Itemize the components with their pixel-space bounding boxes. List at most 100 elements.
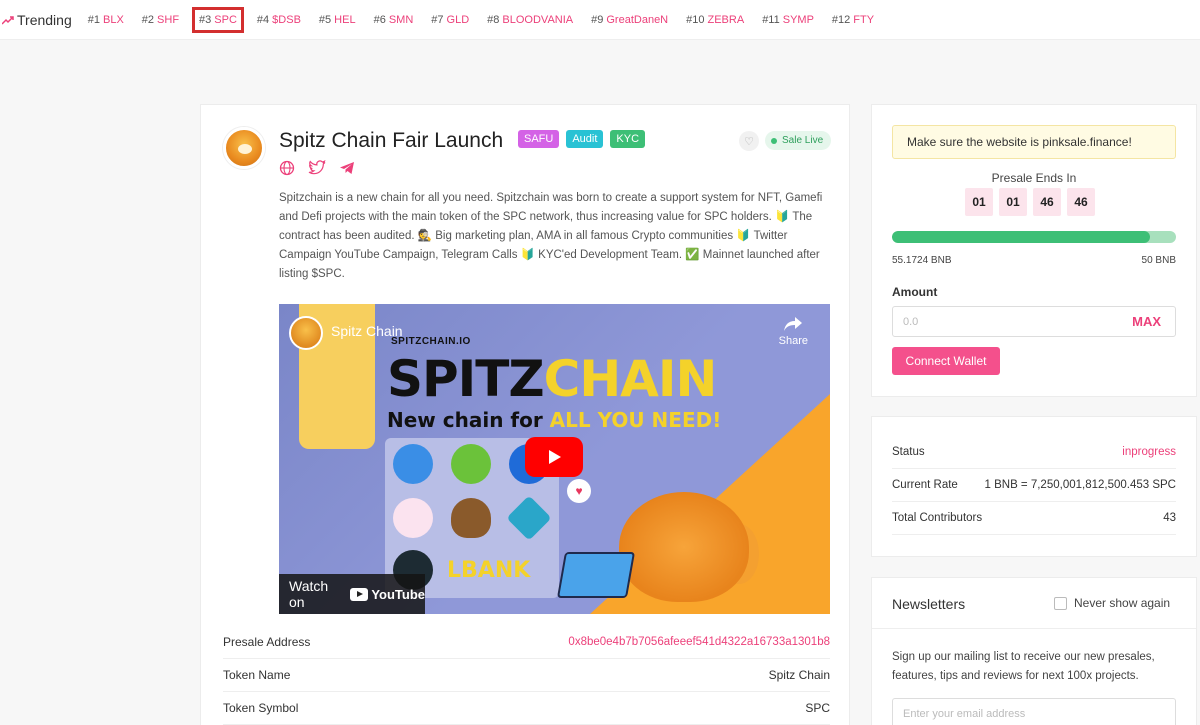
- trending-symbol: SHF: [157, 13, 180, 26]
- info-row-token-symbol: Token Symbol SPC: [223, 692, 830, 725]
- channel-avatar[interactable]: [289, 316, 323, 350]
- stat-row-current-rate: Current Rate 1 BNB = 7,250,001,812,500.4…: [892, 469, 1176, 502]
- info-value: SPC: [805, 701, 830, 715]
- trending-item-dsb[interactable]: #4 $DSB: [255, 10, 303, 30]
- email-input[interactable]: Enter your email address: [892, 698, 1176, 725]
- trending-rank: #7: [431, 13, 444, 26]
- timer-days: 01: [965, 188, 993, 216]
- video-lbank-text: LBANK: [447, 558, 531, 583]
- newsletter-title: Newsletters: [892, 596, 966, 612]
- trending-item-bloodvania[interactable]: #8 BLOODVANIA: [485, 10, 575, 30]
- trending-item-gld[interactable]: #7 GLD: [429, 10, 471, 30]
- video-site-text: SPITZCHAIN.IO: [391, 336, 471, 347]
- globe-icon[interactable]: [279, 160, 295, 176]
- newsletter-card: Newsletters Never show again Sign up our…: [871, 577, 1197, 725]
- max-button[interactable]: MAX: [1132, 314, 1161, 329]
- trending-rank: #8: [487, 13, 500, 26]
- trending-item-smn[interactable]: #6 SMN: [372, 10, 416, 30]
- trending-symbol: GLD: [446, 13, 470, 26]
- video-share-button[interactable]: Share: [779, 316, 808, 347]
- trending-item-blx[interactable]: #1 BLX: [86, 10, 126, 30]
- project-badges: SAFU Audit KYC: [518, 130, 652, 148]
- project-card: Spitz Chain Fair Launch SAFU Audit KYC ♡…: [200, 104, 850, 725]
- favorite-heart-icon[interactable]: ♡: [739, 131, 759, 151]
- progress-fill: [892, 231, 1151, 243]
- trending-item-hel[interactable]: #5 HEL: [317, 10, 358, 30]
- youtube-logo-icon: YouTube: [350, 587, 425, 602]
- safu-badge: SAFU: [518, 130, 560, 148]
- trending-symbol: SPC: [214, 13, 237, 26]
- trending-rank: #5: [318, 13, 332, 26]
- presale-address-link[interactable]: 0x8be0e4b7b7056afeeef541d4322a16733a1301…: [568, 636, 830, 648]
- trending-rank: #2: [141, 13, 155, 26]
- watch-on-youtube-button[interactable]: Watch on YouTube: [279, 574, 425, 614]
- info-row-presale-address: Presale Address 0x8be0e4b7b7056afeeef541…: [223, 626, 830, 659]
- never-show-again-checkbox[interactable]: Never show again: [1054, 596, 1170, 610]
- trending-up-icon: [2, 15, 14, 25]
- stat-label: Current Rate: [892, 479, 958, 491]
- connect-wallet-button[interactable]: Connect Wallet: [892, 347, 1000, 375]
- social-links: [279, 160, 368, 176]
- status-dot-icon: [771, 137, 777, 144]
- youtube-video-embed[interactable]: Spitz Chain Share SPITZCHAIN.IO SPITZCHA…: [279, 304, 830, 614]
- stat-value: 43: [1163, 512, 1176, 524]
- trending-symbol: HEL: [334, 13, 356, 26]
- timer-minutes: 46: [1033, 188, 1061, 216]
- trending-rank: #10: [686, 13, 705, 26]
- trending-item-shf[interactable]: #2 SHF: [140, 10, 181, 30]
- watch-on-label: Watch on: [289, 578, 329, 610]
- trending-rank: #4: [256, 13, 270, 26]
- presale-ends-label: Presale Ends In: [991, 171, 1077, 185]
- trending-item-spc[interactable]: #3 SPC: [192, 6, 244, 33]
- share-icon: [784, 317, 803, 331]
- trending-rank: #9: [591, 13, 604, 26]
- telegram-icon[interactable]: [339, 160, 355, 176]
- progress-labels: 55.1724 BNB 50 BNB: [892, 255, 1176, 266]
- twitter-icon[interactable]: [308, 160, 326, 176]
- stat-label: Status: [892, 446, 925, 458]
- sale-status-badge: Sale Live: [765, 131, 832, 150]
- sale-stats-card: Status inprogress Current Rate 1 BNB = 7…: [871, 416, 1197, 557]
- trending-rank: #12: [831, 13, 851, 26]
- trending-symbol: $DSB: [272, 13, 301, 26]
- raised-amount: 55.1724 BNB: [892, 255, 952, 266]
- kyc-badge[interactable]: KYC: [610, 130, 646, 148]
- trending-item-zebra[interactable]: #10 ZEBRA: [684, 10, 746, 30]
- video-dog-mascot: [619, 492, 749, 602]
- share-label: Share: [778, 335, 808, 347]
- poop-logo-icon: [451, 498, 491, 538]
- project-title: Spitz Chain Fair Launch: [279, 129, 504, 152]
- diamond-logo-icon: [506, 495, 552, 541]
- project-logo: [223, 127, 265, 169]
- video-tagline: New chain for ALL YOU NEED!: [387, 408, 722, 432]
- timer-seconds: 46: [1067, 188, 1095, 216]
- video-brand-text: SPITZCHAIN: [387, 350, 717, 408]
- stat-row-status: Status inprogress: [892, 436, 1176, 469]
- newsletter-text: Sign up our mailing list to receive our …: [892, 651, 1155, 682]
- trending-item-greatdanen[interactable]: #9 GreatDaneN: [589, 10, 670, 30]
- amount-input[interactable]: 0.0 MAX: [892, 306, 1176, 337]
- project-description: Spitzchain is a new chain for all you ne…: [279, 192, 823, 280]
- trending-item-fty[interactable]: #12 FTY: [830, 10, 876, 30]
- trending-item-symp[interactable]: #11 SYMP: [760, 10, 816, 30]
- checkbox-box[interactable]: [1054, 596, 1067, 610]
- cap-amount: 50 BNB: [1141, 255, 1176, 266]
- trending-symbol: FTY: [853, 13, 875, 26]
- stat-value-status: inprogress: [1122, 446, 1176, 458]
- presale-progress-bar: [892, 231, 1176, 243]
- divider: [872, 628, 1196, 629]
- trending-symbol: GreatDaneN: [606, 13, 669, 26]
- info-label: Token Symbol: [223, 701, 299, 715]
- play-icon: [549, 450, 561, 464]
- video-play-button[interactable]: [525, 437, 583, 477]
- audit-badge[interactable]: Audit: [566, 130, 604, 148]
- amount-placeholder: 0.0: [903, 315, 919, 328]
- presale-card: Make sure the website is pinksale.financ…: [871, 104, 1197, 397]
- info-label: Presale Address: [223, 635, 311, 649]
- trending-bar: Trending #1 BLX #2 SHF #3 SPC #4 $DSB #5 HEL #6 SMN…: [0, 0, 1200, 40]
- sale-status-label: Sale Live: [782, 135, 824, 146]
- stat-label: Total Contributors: [892, 512, 983, 524]
- info-value: Spitz Chain: [768, 668, 830, 682]
- trending-rank: #1: [87, 13, 100, 26]
- stat-row-contributors: Total Contributors 43: [892, 502, 1176, 535]
